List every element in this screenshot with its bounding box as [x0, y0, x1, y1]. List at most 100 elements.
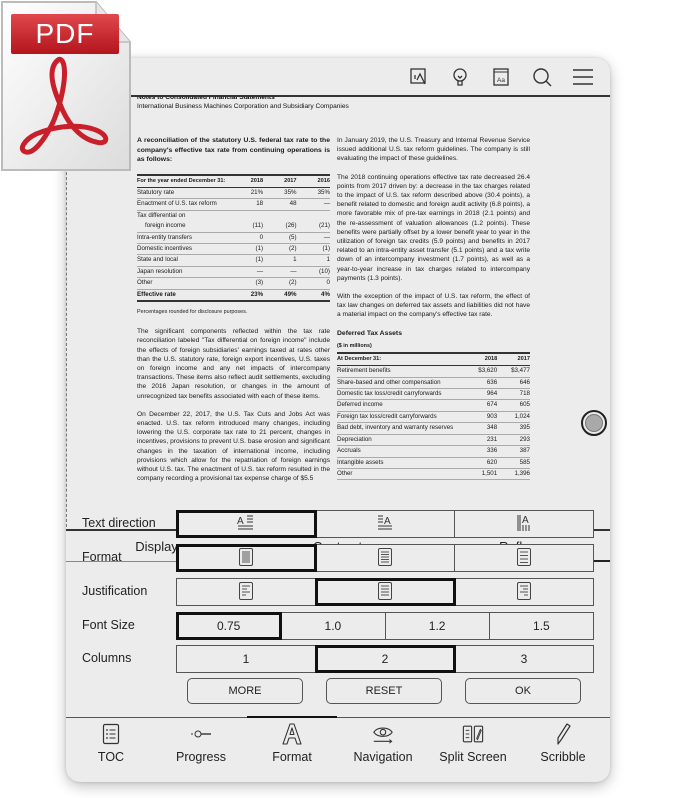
cell: 0 [296, 277, 330, 290]
font-size-option[interactable]: 1.5 [490, 613, 593, 639]
justification-option-1[interactable] [177, 579, 316, 605]
cell: Deferred income [337, 399, 465, 412]
columns-option[interactable]: 1 [177, 646, 316, 672]
columns-label: Columns [82, 651, 132, 665]
cell: — [296, 232, 330, 245]
cell: 336 [464, 445, 498, 458]
tax-rate-table: For the year ended December 31: 2018 201… [137, 173, 330, 303]
units-label: ($ in millions) [337, 342, 372, 349]
cell: 23% [229, 289, 264, 303]
nav-label: TOC [97, 750, 125, 764]
table-header-row: For the year ended December 31: 2018 201… [137, 173, 330, 188]
reset-button[interactable]: RESET [326, 678, 442, 704]
cell: Statutory rate [137, 187, 230, 200]
format-loose-icon [516, 547, 532, 570]
table-row: Retirement benefits $3,620 $3,477 [337, 365, 530, 378]
floating-action-button[interactable] [581, 410, 607, 436]
text-direction-option-2[interactable]: A [316, 511, 455, 537]
nav-toc[interactable]: TOC [66, 722, 156, 772]
horizontal-right-icon: A [375, 513, 395, 536]
cell: 1,024 [497, 411, 530, 424]
cell: (2) [263, 243, 297, 256]
text-direction-option-1[interactable]: A [176, 510, 317, 538]
cell: State and local [137, 254, 230, 267]
table-row: Other 1,501 1,396 [337, 468, 530, 481]
table-row: foreign income (11) (26) (21) [137, 221, 330, 233]
nav-scribble[interactable]: Scribble [518, 722, 608, 772]
font-size-option[interactable]: 1.2 [386, 613, 490, 639]
table-header: 2017 [497, 352, 530, 367]
ok-button[interactable]: OK [465, 678, 581, 704]
section-title: Deferred Tax Assets [337, 329, 402, 337]
cell: 387 [497, 445, 530, 458]
cell: foreign income [137, 221, 230, 233]
search-icon[interactable] [531, 66, 553, 88]
nav-label: Progress [175, 750, 227, 764]
cell: 0 [229, 232, 264, 245]
table-row: Bad debt, inventory and warranty reserve… [337, 422, 530, 435]
cell: (1) [229, 243, 264, 256]
cell: Bad debt, inventory and warranty reserve… [337, 422, 465, 435]
table-header: For the year ended December 31: [137, 173, 230, 188]
justification-label: Justification [82, 584, 148, 598]
text-direction-option-3[interactable]: A [455, 511, 593, 537]
table-row: Other (3) (2) 0 [137, 277, 330, 290]
left-column: A reconciliation of the statutory U.S. f… [137, 136, 330, 493]
table-row: Domestic tax loss/credit carryforwards 96… [337, 388, 530, 401]
cell: 1 [263, 254, 297, 267]
cell: Foreign tax loss/credit carryforwards [337, 411, 465, 424]
document-page[interactable]: Notes to Consolidated Financial Statemen… [66, 97, 610, 529]
columns-option[interactable]: 3 [455, 646, 593, 672]
table-row: Statutory rate 21% 35% 35% [137, 187, 330, 200]
cell: 49% [263, 289, 297, 303]
justification-option-3[interactable] [455, 579, 593, 605]
action-buttons: MORE RESET OK [176, 678, 594, 704]
table-row: State and local (1) 1 1 [137, 254, 330, 267]
cell: Other [137, 277, 230, 290]
cell: Depreciation [337, 434, 465, 447]
cell: Intra-entity transfers [137, 232, 230, 245]
table-row: Japan resolution — — (10) [137, 266, 330, 279]
paragraph: In January 2019, the U.S. Treasury and I… [337, 137, 530, 163]
cell: 4% [296, 289, 330, 303]
cell: (1) [229, 254, 264, 267]
table-row: Depreciation 231 293 [337, 434, 530, 447]
cell: 646 [497, 377, 530, 390]
more-button[interactable]: MORE [187, 678, 303, 704]
toc-icon [100, 722, 122, 746]
format-medium-icon [377, 547, 393, 570]
justification-option-2[interactable] [315, 578, 456, 606]
nav-label: Navigation [353, 750, 413, 764]
paragraph: The significant components reflected wit… [137, 328, 330, 400]
table-header-row: At December 31: 2018 2017 [337, 352, 530, 367]
font-size-option[interactable]: 1.0 [281, 613, 386, 639]
format-option-1[interactable] [176, 544, 317, 572]
table-row: Share-based and other compensation 636 646 [337, 377, 530, 390]
columns-option[interactable]: 2 [315, 645, 456, 673]
nav-progress[interactable]: Progress [156, 722, 246, 772]
table-row: Accruals 336 387 [337, 445, 530, 458]
font-size-option[interactable]: 0.75 [175, 612, 283, 640]
menu-icon[interactable] [572, 66, 594, 88]
format-option-3[interactable] [455, 545, 593, 571]
nav-navigation[interactable]: Navigation [338, 722, 428, 772]
top-toolbar: Aa [66, 58, 610, 95]
table-row: Tax differential on [137, 210, 330, 221]
svg-text:A: A [384, 516, 391, 527]
cell: (26) [263, 221, 297, 233]
margin-guide [66, 157, 67, 527]
nav-format[interactable]: Format [247, 722, 337, 772]
header-subtitle: International Business Machines Corporat… [137, 102, 349, 110]
paragraph: With the exception of the impact of U.S.… [337, 293, 530, 319]
light-bulb-icon[interactable] [449, 66, 471, 88]
dictionary-icon[interactable]: Aa [490, 66, 512, 88]
cell: 964 [464, 388, 498, 401]
svg-text:A: A [522, 515, 529, 526]
touch-mode-icon[interactable] [408, 66, 430, 88]
paragraph: On December 22, 2017, the U.S. Tax Cuts … [137, 410, 330, 483]
format-option-2[interactable] [316, 545, 455, 571]
deferred-tax-assets-table: At December 31: 2018 2017 Retirement ben… [337, 352, 530, 481]
nav-split-screen[interactable]: Split Screen [428, 722, 518, 772]
text-direction-label: Text direction [82, 516, 156, 530]
cell: 1 [296, 254, 330, 267]
